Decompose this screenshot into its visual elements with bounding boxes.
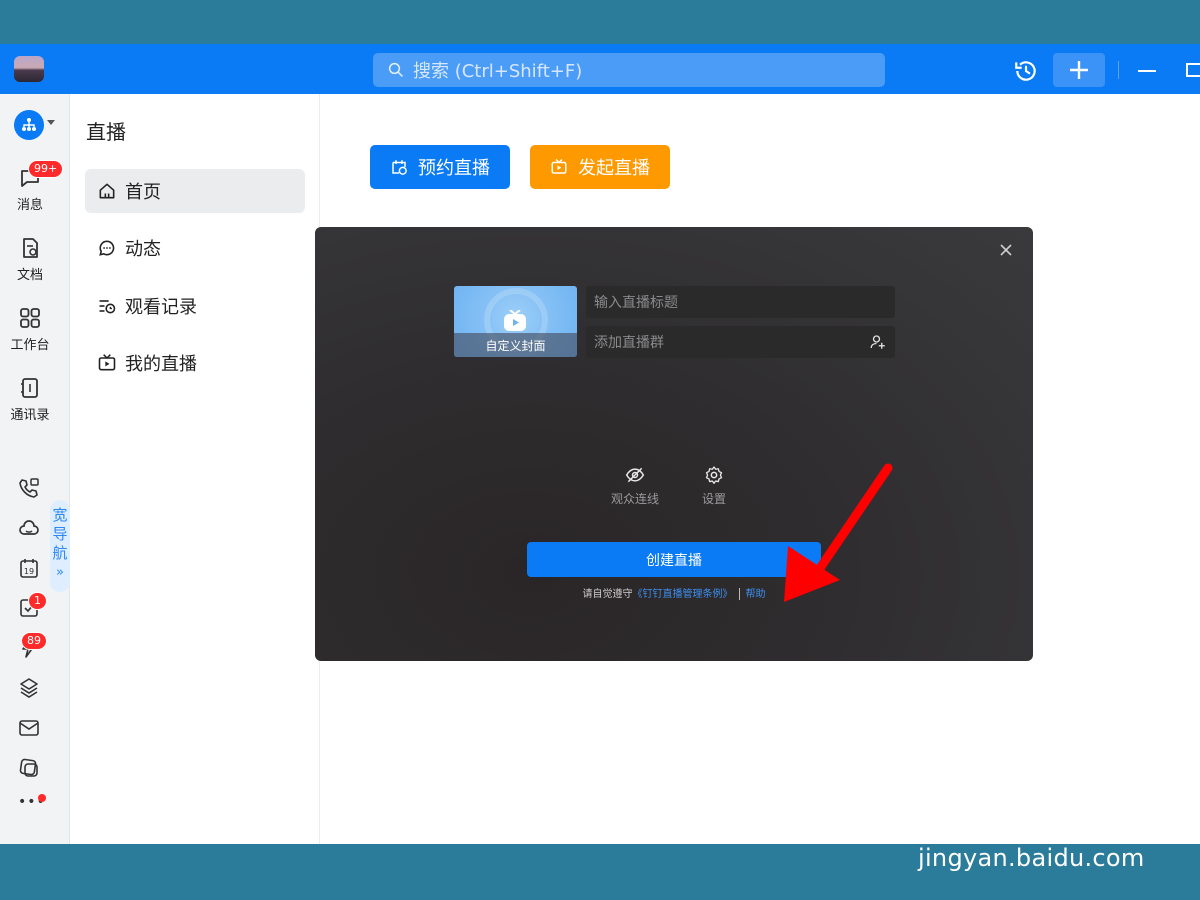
apps-stack-icon[interactable] <box>17 676 41 700</box>
wide-nav-char-1: 宽 <box>52 506 68 524</box>
reserve-live-button[interactable]: 预约直播 <box>370 145 510 189</box>
audience-link-toggle[interactable]: 观众连线 <box>605 465 665 507</box>
calendar-icon[interactable]: 19 <box>17 556 41 580</box>
start-live-label: 发起直播 <box>578 158 650 179</box>
annotation-arrow <box>784 463 893 602</box>
titlebar-divider <box>1118 61 1119 79</box>
watermark-url: jingyan.baidu.com <box>918 844 1145 872</box>
ding-badge: 89 <box>21 632 47 650</box>
nav-label-my-live: 我的直播 <box>125 354 197 375</box>
title-bar: 搜索 (Ctrl+Shift+F) <box>0 44 1200 94</box>
search-icon <box>388 62 403 77</box>
add-group-icon[interactable] <box>869 333 887 351</box>
live-nav-panel: 直播 首页 动态 观看记录 我的直播 <box>70 94 320 844</box>
help-link[interactable]: 帮助 <box>746 589 766 600</box>
maximize-icon[interactable] <box>1186 63 1200 77</box>
watermark-brand: Bai du 经验 <box>922 798 1147 845</box>
calendar-day: 19 <box>24 567 34 576</box>
page-title: 直播 <box>86 120 126 144</box>
contacts-icon <box>21 378 38 398</box>
document-icon <box>23 238 38 258</box>
wide-nav-char-3: 航 <box>52 544 68 562</box>
rail-item-docs[interactable]: 文档 <box>0 230 60 290</box>
watch-history-icon <box>99 300 116 314</box>
organization-switcher[interactable] <box>14 110 44 140</box>
chat-bubble-icon <box>99 240 115 256</box>
notification-dot <box>38 794 46 802</box>
gear-icon <box>705 466 723 484</box>
wide-nav-char-2: 导 <box>52 525 68 543</box>
nav-label-watch-history: 观看记录 <box>125 297 197 318</box>
dingtalk-window: 搜索 (Ctrl+Shift+F) 消息 99+ 文档 工作台 通讯录 19 1… <box>0 44 1200 844</box>
custom-cover-label: 自定义封面 <box>454 333 577 357</box>
terms-prefix: 请自觉遵守 <box>582 589 633 600</box>
rail-label-messages: 消息 <box>16 198 43 213</box>
audience-link-label: 观众连线 <box>610 492 659 506</box>
nav-item-home[interactable]: 首页 <box>85 169 305 213</box>
reserve-live-label: 预约直播 <box>418 158 490 179</box>
live-title-input[interactable]: 输入直播标题 <box>586 286 895 318</box>
phone-icon[interactable] <box>17 476 41 500</box>
cloud-icon[interactable] <box>17 516 41 540</box>
wide-nav-toggle[interactable]: 宽 导 航 » <box>50 500 70 592</box>
user-avatar[interactable] <box>14 56 44 82</box>
terms-divider <box>738 588 740 600</box>
left-rail: 消息 99+ 文档 工作台 通讯录 19 1 89 ••• 宽 导 航 » <box>0 94 70 844</box>
minimize-icon[interactable] <box>1138 70 1156 72</box>
audience-link-icon <box>625 467 645 483</box>
settings-label: 设置 <box>701 492 726 506</box>
history-icon[interactable] <box>1013 58 1039 84</box>
nav-item-my-live[interactable]: 我的直播 <box>85 341 305 385</box>
close-icon[interactable] <box>999 243 1013 257</box>
search-input[interactable]: 搜索 (Ctrl+Shift+F) <box>373 53 885 87</box>
settings-button[interactable]: 设置 <box>684 465 744 507</box>
plugin-icon[interactable] <box>17 756 41 780</box>
rail-label-workbench: 工作台 <box>10 338 50 353</box>
nav-item-feed[interactable]: 动态 <box>85 226 305 270</box>
add-button[interactable] <box>1053 53 1105 87</box>
terms-link[interactable]: 《钉钉直播管理条例》 <box>633 589 733 600</box>
tv-play-icon <box>551 158 567 174</box>
rail-label-contacts: 通讯录 <box>10 408 50 423</box>
custom-cover-picker[interactable]: 自定义封面 <box>454 286 577 357</box>
org-chart-icon <box>22 118 36 131</box>
plus-icon <box>1070 61 1088 79</box>
create-live-dialog: 自定义封面 输入直播标题 添加直播群 观众连线 设置 创建直播 请自觉遵守《钉钉… <box>315 227 1033 661</box>
rail-item-contacts[interactable]: 通讯录 <box>0 370 60 430</box>
workbench-icon <box>20 308 40 328</box>
tv-play-icon <box>504 310 526 331</box>
double-chevron-right-icon: » <box>56 565 64 580</box>
terms-notice: 请自觉遵守《钉钉直播管理条例》 帮助 <box>315 585 1033 600</box>
nav-label-home: 首页 <box>125 182 161 203</box>
baidu-jingyan-watermark: Bai du 经验 <box>922 775 1147 845</box>
chevron-down-icon[interactable] <box>47 120 55 125</box>
live-group-placeholder: 添加直播群 <box>594 335 664 351</box>
calendar-clock-icon <box>392 160 407 175</box>
mail-icon[interactable] <box>17 716 41 740</box>
unread-badge: 99+ <box>28 160 64 178</box>
start-live-button[interactable]: 发起直播 <box>530 145 670 189</box>
nav-label-feed: 动态 <box>125 239 161 260</box>
rail-label-docs: 文档 <box>16 268 43 283</box>
tv-icon <box>98 354 116 371</box>
search-placeholder: 搜索 (Ctrl+Shift+F) <box>413 61 583 82</box>
rail-item-workbench[interactable]: 工作台 <box>0 300 60 360</box>
todo-badge: 1 <box>28 592 47 610</box>
nav-item-watch-history[interactable]: 观看记录 <box>85 284 305 328</box>
home-icon <box>99 183 115 199</box>
live-group-field[interactable]: 添加直播群 <box>586 326 895 358</box>
